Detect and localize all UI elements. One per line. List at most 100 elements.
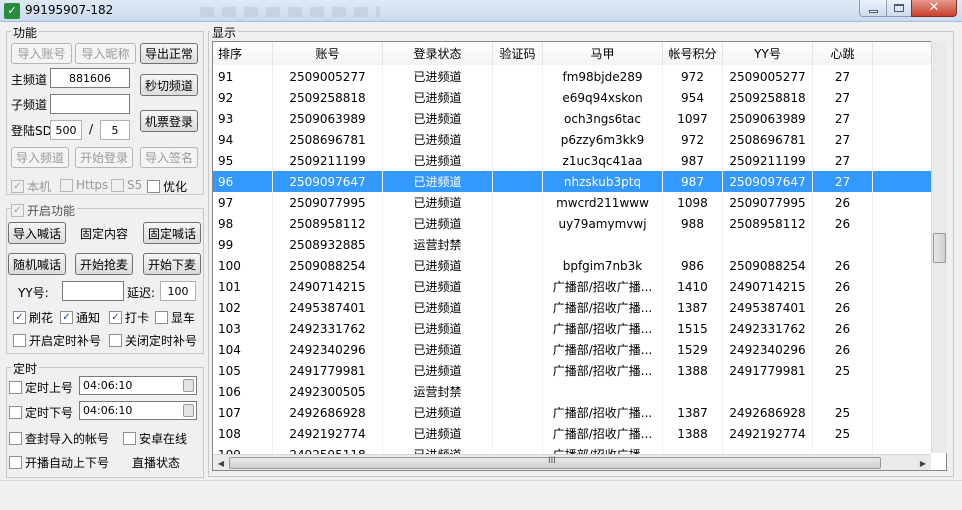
check-icon: ✓: [109, 311, 122, 324]
table-cell: 95: [213, 150, 273, 171]
vertical-scrollbar[interactable]: [931, 41, 947, 453]
yy-label: YY号:: [18, 286, 49, 300]
login-sd-total-input[interactable]: [100, 120, 130, 140]
timed-offline-checkbox[interactable]: 定时下号: [9, 404, 73, 421]
table-cell: 97: [213, 192, 273, 213]
scroll-left-icon[interactable]: ◀: [213, 455, 229, 471]
close-timed-fill-checkbox[interactable]: 关闭定时补号: [109, 332, 197, 349]
start-grab-mic-button[interactable]: 开始抢麦: [75, 253, 133, 275]
column-header[interactable]: YY号: [723, 42, 813, 65]
scroll-right-icon[interactable]: ▶: [915, 455, 931, 471]
https-checkbox[interactable]: Https: [60, 178, 108, 192]
auto-broadcast-checkbox[interactable]: 开播自动上下号: [9, 454, 109, 471]
table-cell: 26: [813, 297, 873, 318]
timed-online-time-input[interactable]: 04:06:10: [79, 376, 197, 395]
timed-online-checkbox[interactable]: 定时上号: [9, 379, 73, 396]
table-row[interactable]: 93 2509063989 已进频道 och3ngs6tac 1097 250906398…: [213, 108, 946, 129]
table-cell: [543, 381, 663, 402]
minimize-icon: [868, 9, 878, 13]
table-row[interactable]: 98 2508958112 已进频道 uy79amymvwj 988 2508958112…: [213, 213, 946, 234]
accounts-table[interactable]: 排序账号登录状态验证码马甲帐号积分YY号心跳IP 912509005277已进频…: [212, 41, 947, 471]
column-header[interactable]: 账号: [273, 42, 383, 65]
display-group-label: 显示: [210, 24, 239, 41]
import-account-button[interactable]: 导入账号: [11, 43, 72, 64]
horizontal-scrollbar[interactable]: ◀ III ▶: [213, 454, 931, 470]
table-cell: 25: [813, 402, 873, 423]
sub-channel-input[interactable]: [50, 94, 130, 114]
notify-checkbox[interactable]: ✓ 通知: [60, 309, 100, 326]
table-cell: 103: [213, 318, 273, 339]
column-header[interactable]: 心跳: [813, 42, 873, 65]
table-row[interactable]: 97 2509077995 已进频道 mwcrd211www 1098 250907799…: [213, 192, 946, 213]
import-signature-button[interactable]: 导入签名: [140, 147, 198, 168]
delay-input[interactable]: [160, 281, 196, 301]
maximize-button[interactable]: [886, 0, 912, 17]
import-channel-button[interactable]: 导入频道: [11, 147, 69, 168]
optimize-checkbox[interactable]: 优化: [147, 178, 187, 195]
switch-channel-button[interactable]: 秒切频道: [140, 74, 198, 96]
table-cell: [493, 192, 543, 213]
table-cell: mwcrd211www: [543, 192, 663, 213]
table-cell: 101: [213, 276, 273, 297]
table-row[interactable]: 101 2490714215 已进频道 广播部/招收广播... 1410 24907142…: [213, 276, 946, 297]
table-cell: 广播部/招收广播...: [543, 339, 663, 360]
main-channel-input[interactable]: [50, 68, 130, 88]
show-car-checkbox[interactable]: 显车: [155, 309, 195, 326]
table-row[interactable]: 92 2509258818 已进频道 e69q94xskon 954 2509258818…: [213, 87, 946, 108]
table-row[interactable]: 91 2509005277 已进频道 fm98bjde289 972 2509005277…: [213, 66, 946, 87]
table-cell: 987: [663, 150, 723, 171]
import-shout-button[interactable]: 导入喊话: [8, 222, 66, 244]
check-imported-checkbox[interactable]: 查封导入的帐号: [9, 430, 109, 447]
fixed-content-label[interactable]: 固定内容: [80, 225, 128, 242]
spinner-icon[interactable]: [183, 379, 194, 392]
s5-checkbox[interactable]: S5: [111, 178, 142, 192]
table-row[interactable]: 1062492300505运营封禁-1: [213, 381, 946, 402]
table-row[interactable]: 103 2492331762 已进频道 广播部/招收广播... 1515 24923317…: [213, 318, 946, 339]
import-nickname-button[interactable]: 导入昵称: [75, 43, 136, 64]
column-header[interactable]: 登录状态: [383, 42, 493, 65]
android-online-checkbox[interactable]: 安卓在线: [123, 430, 187, 447]
maximize-icon: [894, 4, 904, 12]
table-row[interactable]: 100 2509088254 已进频道 bpfgim7nb3k 986 250908825…: [213, 255, 946, 276]
horizontal-scroll-thumb[interactable]: III: [229, 456, 881, 469]
column-header[interactable]: 帐号积分: [663, 42, 723, 65]
table-row[interactable]: 96 2509097647 已进频道 nhzskub3ptq 987 2509097647…: [213, 171, 946, 192]
table-row[interactable]: 992508932885运营封禁-1: [213, 234, 946, 255]
close-button[interactable]: ✕: [911, 0, 957, 17]
export-normal-button[interactable]: 导出正常: [140, 43, 198, 64]
start-login-button[interactable]: 开始登录: [75, 147, 133, 168]
timed-offline-time-input[interactable]: 04:06:10: [79, 401, 197, 420]
table-cell: 26: [813, 213, 873, 234]
fixed-shout-button[interactable]: 固定喊话: [143, 222, 201, 244]
table-row[interactable]: 104 2492340296 已进频道 广播部/招收广播... 1529 24923402…: [213, 339, 946, 360]
local-checkbox[interactable]: ✓ 本机: [11, 178, 51, 195]
column-header[interactable]: 排序: [213, 42, 273, 65]
yy-input[interactable]: [62, 281, 124, 301]
column-header[interactable]: 马甲: [543, 42, 663, 65]
table-cell: 2492192774: [723, 423, 813, 444]
table-cell: uy79amymvwj: [543, 213, 663, 234]
login-sd-input[interactable]: [50, 120, 82, 140]
table-row[interactable]: 94 2508696781 已进频道 p6zzy6m3kk9 972 2508696781…: [213, 129, 946, 150]
table-row[interactable]: 95 2509211199 已进频道 z1uc3qc41aa 987 2509211199…: [213, 150, 946, 171]
random-shout-button[interactable]: 随机喊话: [8, 253, 66, 275]
table-row[interactable]: 105 2491779981 已进频道 广播部/招收广播... 1388 24917799…: [213, 360, 946, 381]
spinner-icon[interactable]: [183, 404, 194, 417]
table-cell: 99: [213, 234, 273, 255]
flower-checkbox[interactable]: ✓ 刷花: [13, 309, 53, 326]
start-down-mic-button[interactable]: 开始下麦: [143, 253, 201, 275]
minimize-button[interactable]: [859, 0, 887, 17]
table-row[interactable]: 107 2492686928 已进频道 广播部/招收广播... 1387 24926869…: [213, 402, 946, 423]
column-header[interactable]: 验证码: [493, 42, 543, 65]
checkin-checkbox[interactable]: ✓ 打卡: [109, 309, 149, 326]
table-cell: 100: [213, 255, 273, 276]
vertical-scroll-thumb[interactable]: [933, 233, 946, 263]
table-row[interactable]: 108 2492192774 已进频道 广播部/招收广播... 1388 24921927…: [213, 423, 946, 444]
ticket-login-button[interactable]: 机票登录: [140, 110, 198, 132]
table-cell: 广播部/招收广播...: [543, 402, 663, 423]
table-cell: 2509063989: [273, 108, 383, 129]
enable-function-checkbox[interactable]: ✓ 开启功能: [11, 202, 78, 219]
table-row[interactable]: 102 2495387401 已进频道 广播部/招收广播... 1387 24953874…: [213, 297, 946, 318]
table-cell: 2509258818: [723, 87, 813, 108]
open-timed-fill-checkbox[interactable]: 开启定时补号: [13, 332, 101, 349]
